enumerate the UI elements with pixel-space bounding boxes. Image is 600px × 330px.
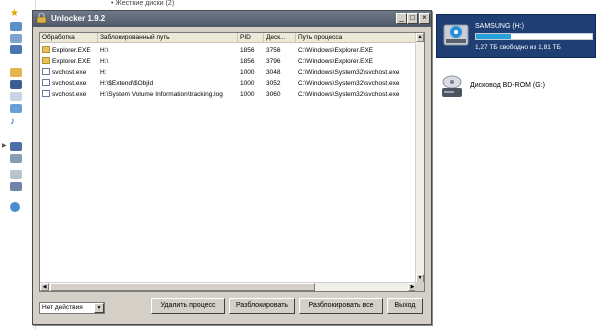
recent-places-icon[interactable] <box>10 45 22 54</box>
process-path-cell: C:\Windows\System32\svchost.exe <box>298 69 400 76</box>
desktop-icon[interactable] <box>10 22 22 31</box>
chevron-down-icon[interactable]: ▼ <box>94 303 104 313</box>
list-row[interactable]: Explorer.EXE H:\ 1856 3796 C:\Windows\Ex… <box>40 57 416 67</box>
drives-panel: SAMSUNG (H:) 1,27 ТБ свободно из 1,81 ТБ… <box>432 10 600 330</box>
vertical-scrollbar[interactable]: ▲ ▼ <box>415 33 424 283</box>
drive-icon[interactable] <box>10 182 22 191</box>
unlocker-window: Unlocker 1.9.2 _ □ × Обработка Заблокиро… <box>32 10 432 325</box>
minimize-button[interactable]: _ <box>396 13 407 24</box>
videos-icon[interactable] <box>10 80 22 89</box>
process-cell: svchost.exe <box>40 68 98 78</box>
drive-free-space: 1,27 ТБ свободно из 1,81 ТБ <box>475 44 561 51</box>
computer-icon[interactable] <box>10 142 22 151</box>
action-dropdown-value: Нет действия <box>42 304 83 311</box>
handle-cell: 3048 <box>266 69 281 76</box>
folder-icon <box>42 46 50 53</box>
locked-handles-list[interactable]: Обработка Заблокированный путь PID Деск.… <box>39 32 425 292</box>
scrollbar-corner <box>415 282 424 291</box>
locked-path-cell: H:\ <box>100 47 109 54</box>
explorer-nav-pane: ★ ♪ ▶ <box>0 0 36 330</box>
removable-disk-icon[interactable] <box>10 170 22 179</box>
process-name: svchost.exe <box>52 91 87 98</box>
process-path-cell: C:\Windows\Explorer.EXE <box>298 58 374 65</box>
locked-path-cell: H:\$Extend\$ObjId <box>100 80 154 87</box>
documents-icon[interactable] <box>10 92 22 101</box>
hard-drives-group-label: • Жесткие диски (2) <box>111 0 175 7</box>
scroll-left-arrow-icon[interactable]: ◀ <box>40 283 49 291</box>
handle-cell: 3756 <box>266 47 281 54</box>
pid-cell: 1000 <box>240 91 255 98</box>
locked-path-cell: H:\ <box>100 58 109 65</box>
unlock-button[interactable]: Разблокировать <box>229 298 295 314</box>
column-header-pid[interactable]: PID <box>238 33 264 43</box>
list-row[interactable]: svchost.exe H:\System Volume Information… <box>40 90 416 100</box>
exit-button[interactable]: Выход <box>387 298 423 314</box>
maximize-button[interactable]: □ <box>407 13 418 24</box>
list-row[interactable]: svchost.exe H: 1000 3048 C:\Windows\Syst… <box>40 68 416 78</box>
window-icon <box>42 68 50 75</box>
list-header: Обработка Заблокированный путь PID Деск.… <box>40 33 416 43</box>
drive-samsung-name: SAMSUNG (H:) <box>475 23 524 30</box>
favorites-star-icon[interactable]: ★ <box>10 8 22 20</box>
window-title: Unlocker 1.9.2 <box>51 14 106 23</box>
pictures-icon[interactable] <box>10 104 22 113</box>
local-disk-icon[interactable] <box>10 154 22 163</box>
process-cell: Explorer.EXE <box>40 46 98 56</box>
bd-rom-drive-icon <box>442 75 462 97</box>
horizontal-scrollbar[interactable]: ◀ ▶ <box>40 282 417 291</box>
close-button[interactable]: × <box>419 13 430 24</box>
action-dropdown[interactable]: Нет действия ▼ <box>39 302 105 314</box>
process-path-cell: C:\Windows\System32\svchost.exe <box>298 80 400 87</box>
handle-cell: 3060 <box>266 91 281 98</box>
process-name: svchost.exe <box>52 69 87 76</box>
process-cell: svchost.exe <box>40 90 98 100</box>
expand-arrow-icon[interactable]: ▶ <box>2 142 7 149</box>
drive-usage-fill <box>476 34 511 39</box>
pid-cell: 1000 <box>240 69 255 76</box>
column-header-handle[interactable]: Деск... <box>264 33 296 43</box>
network-icon[interactable] <box>10 202 20 212</box>
pid-cell: 1856 <box>240 47 255 54</box>
process-name: Explorer.EXE <box>52 58 91 65</box>
handle-cell: 3052 <box>266 80 281 87</box>
handle-cell: 3796 <box>266 58 281 65</box>
locked-path-cell: H:\System Volume Information\tracking.lo… <box>100 91 223 98</box>
drive-samsung-tile[interactable]: SAMSUNG (H:) 1,27 ТБ свободно из 1,81 ТБ <box>436 14 596 58</box>
horizontal-scroll-thumb[interactable] <box>50 283 315 291</box>
drive-bd-name: Дисковод BD-ROM (G:) <box>470 82 545 89</box>
unlocker-app-icon <box>36 13 47 24</box>
column-header-process[interactable]: Обработка <box>40 33 98 43</box>
scroll-up-arrow-icon[interactable]: ▲ <box>416 33 424 42</box>
pid-cell: 1856 <box>240 58 255 65</box>
libraries-icon[interactable] <box>10 68 22 77</box>
music-icon[interactable]: ♪ <box>10 116 22 128</box>
list-row[interactable]: Explorer.EXE H:\ 1856 3756 C:\Windows\Ex… <box>40 46 416 56</box>
process-cell: Explorer.EXE <box>40 57 98 67</box>
column-header-locked-path[interactable]: Заблокированный путь <box>98 33 238 43</box>
locked-path-cell: H: <box>100 69 107 76</box>
window-icon <box>42 79 50 86</box>
window-icon <box>42 90 50 97</box>
process-path-cell: C:\Windows\Explorer.EXE <box>298 47 374 54</box>
process-cell: svchost.exe <box>40 79 98 89</box>
list-row[interactable]: svchost.exe H:\$Extend\$ObjId 1000 3052 … <box>40 79 416 89</box>
drive-bd-tile[interactable]: Дисковод BD-ROM (G:) <box>440 72 590 102</box>
unlock-all-button[interactable]: Разблокировать все <box>299 298 383 314</box>
explorer-group-header: • Жесткие диски (2) <box>36 0 600 10</box>
hard-drive-icon <box>443 24 469 46</box>
drive-usage-bar <box>475 33 593 40</box>
process-path-cell: C:\Windows\System32\svchost.exe <box>298 91 400 98</box>
delete-process-button[interactable]: Удалить процесс <box>151 298 225 314</box>
window-titlebar[interactable]: Unlocker 1.9.2 _ □ × <box>33 11 431 27</box>
folder-icon <box>42 57 50 64</box>
pid-cell: 1000 <box>240 80 255 87</box>
downloads-icon[interactable] <box>10 34 22 43</box>
process-name: svchost.exe <box>52 80 87 87</box>
column-header-process-path[interactable]: Путь процесса <box>296 33 416 43</box>
process-name: Explorer.EXE <box>52 47 91 54</box>
